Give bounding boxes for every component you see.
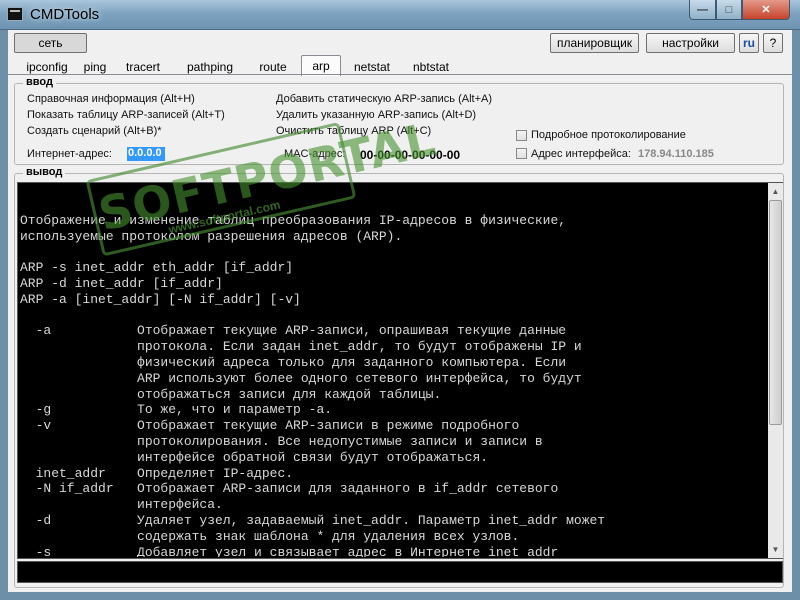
help-button[interactable]: ? bbox=[763, 33, 783, 53]
tab-tracert[interactable]: tracert bbox=[120, 58, 166, 75]
console-line: протоколирования. Все недопустимые запис… bbox=[20, 433, 543, 449]
tab-pathping[interactable]: pathping bbox=[181, 58, 239, 75]
console-line: -d Удаляет узел, задаваемый inet_addr. П… bbox=[20, 512, 606, 528]
close-button[interactable]: ✕ bbox=[742, 0, 790, 20]
console-line: -s Добавляет узел и связывает адрес в Ин… bbox=[20, 544, 559, 557]
interface-address-label: Адрес интерфейса: bbox=[531, 148, 631, 160]
tab-ping[interactable]: ping bbox=[78, 58, 112, 75]
internet-address-input[interactable]: 0.0.0.0 bbox=[127, 147, 165, 161]
show-arp-table-link[interactable]: Показать таблицу ARP-записей (Alt+T) bbox=[27, 109, 225, 121]
console-line: ARP -a [inet_addr] [-N if_addr] [-v] bbox=[20, 291, 301, 307]
command-input[interactable] bbox=[17, 561, 783, 583]
window-title: CMDTools bbox=[30, 6, 100, 23]
console-line: интерфейса. bbox=[20, 497, 223, 513]
minimize-button[interactable]: — bbox=[689, 0, 716, 20]
clear-arp-table-link[interactable]: Очистить таблицу ARP (Alt+C) bbox=[276, 125, 431, 137]
console-line: протокола. Если задан inet_addr, то буду… bbox=[20, 339, 582, 355]
tab-divider bbox=[8, 74, 792, 75]
console-line: Отображение и изменение таблиц преобразо… bbox=[20, 212, 567, 228]
console-output[interactable]: Отображение и изменение таблиц преобразо… bbox=[17, 182, 783, 559]
console-line: используемые протоколом разрешения адрес… bbox=[20, 228, 403, 244]
console-line: -g То же, что и параметр -a. bbox=[20, 402, 333, 418]
tab-bar: ipconfig ping tracert pathping route arp… bbox=[8, 55, 792, 76]
client-area: сеть планировщик настройки ru ? ipconfig… bbox=[8, 30, 792, 592]
verbose-log-checkbox[interactable] bbox=[516, 130, 527, 141]
console-line: ARP -d inet_addr [if_addr] bbox=[20, 275, 223, 291]
scheduler-button[interactable]: планировщик bbox=[550, 33, 639, 53]
interface-address-checkbox[interactable] bbox=[516, 148, 527, 159]
input-group-legend: ввод bbox=[23, 76, 56, 88]
console-line: физический адреса только для заданного к… bbox=[20, 354, 567, 370]
console-text: Отображение и изменение таблиц преобразо… bbox=[20, 197, 765, 557]
console-line: содержать знак шаблона * для удаления вс… bbox=[20, 528, 520, 544]
tab-arp[interactable]: arp bbox=[301, 55, 341, 76]
output-group-legend: вывод bbox=[23, 166, 66, 178]
add-static-arp-link[interactable]: Добавить статическую ARP-запись (Alt+A) bbox=[276, 93, 492, 105]
scroll-up-arrow-icon[interactable]: ▲ bbox=[768, 183, 783, 199]
create-script-link[interactable]: Создать сценарий (Alt+B)* bbox=[27, 125, 162, 137]
title-bar[interactable]: CMDTools — □ ✕ bbox=[0, 0, 800, 30]
app-window: CMDTools — □ ✕ сеть планировщик настройк… bbox=[0, 0, 800, 600]
console-line: ARP -s inet_addr eth_addr [if_addr] bbox=[20, 260, 294, 276]
help-info-link[interactable]: Справочная информация (Alt+H) bbox=[27, 93, 195, 105]
scroll-thumb[interactable] bbox=[769, 200, 782, 425]
console-line: -a Отображает текущие ARP-записи, опраши… bbox=[20, 323, 567, 339]
tab-route[interactable]: route bbox=[254, 58, 292, 75]
network-button[interactable]: сеть bbox=[14, 33, 87, 53]
console-line: -v Отображает текущие ARP-записи в режим… bbox=[20, 418, 520, 434]
tab-nbtstat[interactable]: nbtstat bbox=[406, 58, 456, 75]
interface-address-value[interactable]: 178.94.110.185 bbox=[638, 148, 714, 160]
scroll-down-arrow-icon[interactable]: ▼ bbox=[768, 541, 783, 557]
verbose-log-label: Подробное протоколирование bbox=[531, 129, 686, 141]
mac-address-input[interactable]: 00-00-00-00-00-00 bbox=[360, 148, 460, 162]
console-line: -N if_addr Отображает ARP-записи для зад… bbox=[20, 481, 559, 497]
maximize-button[interactable]: □ bbox=[716, 0, 742, 20]
console-line: интерфейсе обратной связи будут отобража… bbox=[20, 449, 489, 465]
delete-arp-entry-link[interactable]: Удалить указанную ARP-запись (Alt+D) bbox=[276, 109, 476, 121]
mac-address-label: MAC-адрес: bbox=[284, 148, 346, 160]
console-line: inet_addr Определяет IP-адрес. bbox=[20, 465, 294, 481]
console-line: ARP используют более одного сетевого инт… bbox=[20, 370, 582, 386]
console-app-icon bbox=[7, 7, 23, 21]
console-scrollbar[interactable]: ▲ ▼ bbox=[768, 183, 783, 558]
tab-ipconfig[interactable]: ipconfig bbox=[20, 58, 74, 75]
input-group: ввод Справочная информация (Alt+H) Показ… bbox=[14, 76, 784, 165]
settings-button[interactable]: настройки bbox=[646, 33, 735, 53]
internet-address-label: Интернет-адрес: bbox=[27, 148, 112, 160]
console-line: отображаться записи для каждой таблицы. bbox=[20, 386, 442, 402]
language-button[interactable]: ru bbox=[739, 33, 759, 53]
tab-netstat[interactable]: netstat bbox=[347, 58, 397, 75]
